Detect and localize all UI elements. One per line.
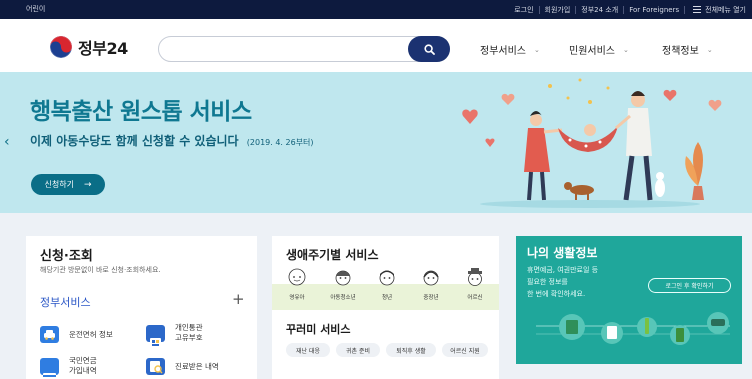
search-icon	[423, 43, 435, 55]
stage-label: 아동청소년	[330, 295, 356, 301]
medical-record-icon	[146, 358, 165, 375]
kids-link[interactable]: 어린이	[26, 4, 45, 14]
all-menu-label: 전체메뉴 열기	[705, 5, 746, 14]
card-title: 신청·조회	[40, 249, 93, 264]
infant-face-icon	[288, 268, 306, 286]
hero-title: 행복출산 원스톱 서비스	[30, 99, 252, 125]
all-menu-button[interactable]: 전체메뉴 열기	[685, 4, 746, 15]
chevron-down-icon: ⌄	[623, 45, 629, 54]
arrow-right-icon: →	[83, 179, 92, 190]
card-description: 휴면예금, 여권만료일 등 필요한 정보를 한 번에 확인하세요.	[527, 266, 599, 298]
bundle-tag-rural[interactable]: 귀촌 준비	[336, 343, 380, 357]
service-label: 진료받은 내역	[175, 361, 219, 371]
utility-links: 로그인 회원가입 정부24 소개 For Foreigners 전체메뉴 열기	[509, 4, 746, 15]
about-link[interactable]: 정부24 소개	[576, 5, 623, 15]
login-link[interactable]: 로그인	[509, 5, 538, 15]
hero-subtitle-text: 이제 아동수당도 함께 신청할 수 있습니다	[30, 134, 239, 148]
search-input[interactable]	[171, 41, 401, 57]
stage-infant[interactable]: 영유아	[277, 266, 317, 301]
stage-label: 중장년	[423, 295, 439, 301]
stage-label: 어르신	[467, 295, 483, 301]
middle-aged-face-icon	[423, 270, 439, 286]
foreigners-link[interactable]: For Foreigners	[624, 6, 684, 14]
nav-label: 정책정보	[662, 46, 699, 57]
service-label: 국민연금 가입내역	[69, 356, 97, 375]
stage-youth[interactable]: 청년	[367, 266, 407, 301]
nav-policy-info[interactable]: 정책정보 ⌄	[662, 42, 713, 58]
apply-button-label: 신청하기	[44, 180, 74, 189]
stage-child[interactable]: 아동청소년	[323, 266, 363, 301]
card-title: 생애주기별 서비스	[286, 248, 379, 262]
customs-icon	[146, 324, 165, 349]
bundle-tag-senior-support[interactable]: 어르신 지원	[442, 343, 488, 357]
chevron-down-icon: ⌄	[534, 45, 540, 54]
bundle-tag-retirement[interactable]: 퇴직후 생활	[386, 343, 436, 357]
stage-middle-aged[interactable]: 중장년	[411, 266, 451, 301]
nav-label: 민원서비스	[569, 46, 615, 57]
stage-label: 청년	[381, 295, 393, 301]
logo[interactable]: 정부24	[50, 35, 128, 59]
service-label: 개인통관 고유부호	[175, 323, 203, 342]
stage-senior[interactable]: 어르신	[455, 266, 495, 301]
prev-slide-arrow-icon[interactable]: ‹	[4, 134, 10, 150]
chevron-down-icon: ⌄	[706, 45, 713, 54]
logo-text: 정부24	[78, 39, 128, 58]
service-item-driver-license[interactable]: 운전면허 정보	[40, 326, 113, 343]
service-item-pension[interactable]: 국민연금 가입내역	[40, 356, 97, 379]
lifecycle-services-card: 생애주기별 서비스 영유아 아동청소년 청년 중장년 어르신 꾸러미 서비스 재…	[272, 236, 499, 379]
apply-button[interactable]: 신청하기 →	[31, 174, 105, 195]
nav-gov-services[interactable]: 정부서비스 ⌄	[480, 42, 540, 58]
hero-subtitle: 이제 아동수당도 함께 신청할 수 있습니다 (2019. 4. 26부터)	[30, 132, 314, 149]
service-item-medical-history[interactable]: 진료받은 내역	[146, 358, 219, 375]
youth-face-icon	[379, 270, 395, 286]
hero-subtitle-date: (2019. 4. 26부터)	[246, 138, 314, 147]
search-box	[158, 36, 450, 62]
car-icon	[40, 326, 59, 343]
child-face-icon	[335, 270, 351, 286]
bundle-services-title: 꾸러미 서비스	[286, 323, 351, 336]
card-description: 해당기관 방문없이 바로 신청·조회하세요.	[40, 266, 161, 274]
life-info-illustration	[536, 312, 730, 345]
nav-label: 정부서비스	[480, 46, 526, 57]
hamburger-icon	[693, 4, 702, 15]
senior-face-icon	[468, 268, 482, 286]
family-illustration	[462, 78, 722, 208]
bundle-tag-disaster[interactable]: 재난 대응	[286, 343, 330, 357]
card-title: 나의 생활정보	[527, 246, 598, 260]
top-utility-bar: 어린이 로그인 회원가입 정부24 소개 For Foreigners 전체메뉴…	[0, 0, 752, 19]
apply-lookup-card: 신청·조회 해당기관 방문없이 바로 신청·조회하세요. 정부서비스 + 운전면…	[26, 236, 257, 379]
more-plus-icon[interactable]: +	[232, 290, 245, 308]
nav-civil-services[interactable]: 민원서비스 ⌄	[569, 42, 629, 58]
service-label: 운전면허 정보	[69, 329, 113, 339]
gov-services-heading[interactable]: 정부서비스	[40, 294, 91, 310]
my-life-info-card: 나의 생활정보 휴면예금, 여권만료일 등 필요한 정보를 한 번에 확인하세요…	[516, 236, 742, 364]
hero-banner: ‹ 행복출산 원스톱 서비스 이제 아동수당도 함께 신청할 수 있습니다 (2…	[0, 72, 752, 213]
service-item-customs-code[interactable]: 개인통관 고유부호	[146, 323, 203, 349]
header: 정부24 정부서비스 ⌄ 민원서비스 ⌄ 정책정보 ⌄	[0, 19, 752, 72]
search-button[interactable]	[408, 36, 450, 62]
signup-link[interactable]: 회원가입	[540, 5, 576, 15]
pension-card-icon	[40, 357, 59, 379]
stage-label: 영유아	[289, 295, 305, 301]
taegeuk-logo-icon	[50, 36, 72, 58]
login-to-check-button[interactable]: 로그인 후 확인하기	[648, 278, 731, 293]
